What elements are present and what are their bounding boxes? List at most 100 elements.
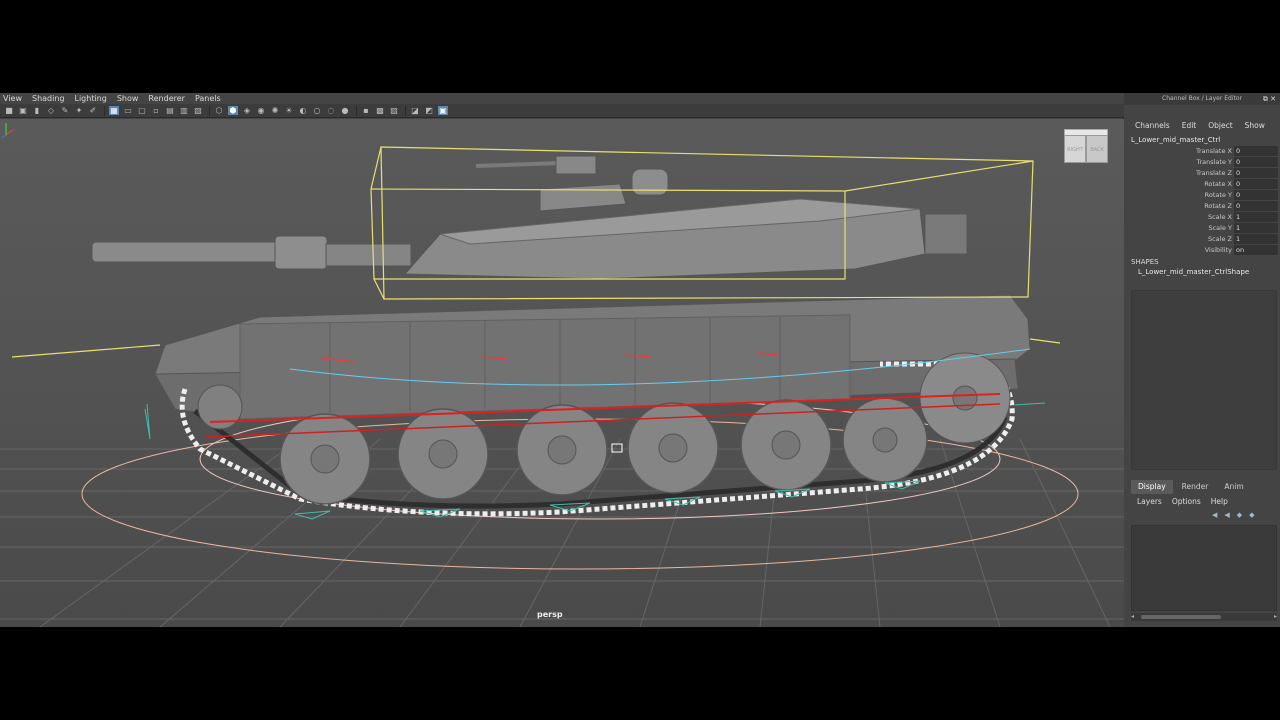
new-layer-icon[interactable]: ◆ [1237,511,1242,519]
scene-render [0,146,1124,627]
menu-help[interactable]: Help [1211,497,1228,506]
layer-list[interactable] [1131,525,1277,611]
scroll-left-icon[interactable]: ◂ [1131,613,1134,620]
isolate-select-icon[interactable]: ▪ [361,106,371,115]
camera-label: persp [537,610,563,619]
tab-render[interactable]: Render [1175,480,1216,494]
scroll-right-icon[interactable]: ▸ [1274,613,1277,620]
view-cube-back[interactable]: BACK [1086,135,1108,163]
attr-value-field[interactable]: on [1234,245,1278,255]
safe-title-icon[interactable]: ▧ [193,106,203,115]
film-gate-icon[interactable]: ▭ [123,106,133,115]
attr-value-field[interactable]: 1 [1234,234,1278,244]
view-cube-right[interactable]: RIGHT [1064,135,1086,163]
attr-rotate-x[interactable]: Rotate X0 [1124,179,1280,190]
attr-translate-x[interactable]: Translate X0 [1124,146,1280,157]
motion-blur-icon[interactable]: ○ [312,106,322,115]
attr-label: Rotate X [1204,180,1232,188]
resolution-gate-icon[interactable]: ▢ [137,106,147,115]
viewport-panel[interactable]: View Shading Lighting Show Renderer Pane… [0,93,1124,627]
menu-edit[interactable]: Edit [1182,121,1197,133]
pen-icon[interactable]: ✐ [88,106,98,115]
camera-attributes-icon[interactable]: ▣ [18,106,28,115]
panel-window-buttons[interactable]: ⧉ ✕ [1263,93,1276,105]
menu-lighting[interactable]: Lighting [74,93,106,104]
anti-alias-icon[interactable]: ◌ [326,106,336,115]
grid-icon[interactable]: ▦ [109,106,119,115]
main-gun-barrel [91,241,283,263]
turret-rear-rack [924,213,968,255]
scrollbar-thumb[interactable] [1141,615,1221,619]
selected-node-name[interactable]: L_Lower_mid_master_Ctrl [1131,136,1220,144]
attr-label: Rotate Y [1204,191,1232,199]
textured-icon[interactable]: ◉ [256,106,266,115]
new-layer-selected-icon[interactable]: ◆ [1249,511,1254,519]
menu-layers[interactable]: Layers [1137,497,1162,506]
shape-node-name[interactable]: L_Lower_mid_master_CtrlShape [1138,268,1249,276]
menu-options[interactable]: Options [1172,497,1201,506]
channel-box-panel: Channel Box / Layer Editor ⧉ ✕ Channels … [1124,93,1280,627]
layer-buttons: ◀ ◀ ◆ ◆ [1212,511,1262,519]
menu-view[interactable]: View [3,93,22,104]
layer-horizontal-scrollbar[interactable]: ◂ ▸ [1131,613,1277,621]
attr-rotate-y[interactable]: Rotate Y0 [1124,190,1280,201]
color-management-icon[interactable]: ▣ [438,106,448,115]
move-layer-down-icon[interactable]: ◀ [1224,511,1229,519]
wireframe-on-shaded-icon[interactable]: ◈ [242,106,252,115]
attr-value-field[interactable]: 0 [1234,190,1278,200]
attr-rotate-z[interactable]: Rotate Z0 [1124,201,1280,212]
attr-value-field[interactable]: 0 [1234,168,1278,178]
xray-icon[interactable]: ▩ [375,106,385,115]
attr-scale-x[interactable]: Scale X1 [1124,212,1280,223]
menu-panels[interactable]: Panels [195,93,221,104]
perspective-viewport[interactable]: RIGHT BACK persp [0,119,1124,627]
menu-show[interactable]: Show [1245,121,1265,133]
shapes-header: SHAPES [1131,258,1159,266]
grease-pencil-icon[interactable]: ✎ [60,106,70,115]
attr-scale-y[interactable]: Scale Y1 [1124,223,1280,234]
attr-value-field[interactable]: 1 [1234,223,1278,233]
move-layer-up-icon[interactable]: ◀ [1212,511,1217,519]
select-camera-icon[interactable]: ■ [4,106,14,115]
attr-translate-z[interactable]: Translate Z0 [1124,168,1280,179]
gun-sleeve [274,235,328,270]
bookmark-icon[interactable]: ▮ [32,106,42,115]
menu-show[interactable]: Show [117,93,139,104]
menu-shading[interactable]: Shading [32,93,65,104]
attr-label: Translate X [1195,147,1232,155]
attr-visibility[interactable]: Visibility on [1124,245,1280,256]
layer-editor-tabs: Display Render Anim [1131,480,1277,494]
attr-value-field[interactable]: 0 [1234,201,1278,211]
toolbar-separator [405,105,406,116]
xray-joints-icon[interactable]: ▨ [389,106,399,115]
attr-label: Rotate Z [1204,202,1232,210]
attr-scale-z[interactable]: Scale Z1 [1124,234,1280,245]
image-plane-icon[interactable]: ◇ [46,106,56,115]
safe-action-icon[interactable]: ▥ [179,106,189,115]
attr-value-field[interactable]: 0 [1234,179,1278,189]
attr-label: Visibility [1204,246,1232,254]
tab-anim[interactable]: Anim [1217,480,1250,494]
menu-channels[interactable]: Channels [1135,121,1170,133]
attr-value-field[interactable]: 0 [1234,146,1278,156]
gamma-icon[interactable]: ◩ [424,106,434,115]
attr-translate-y[interactable]: Translate Y0 [1124,157,1280,168]
shadows-icon[interactable]: ☀ [284,106,294,115]
attr-value-field[interactable]: 0 [1234,157,1278,167]
two-d-pan-icon[interactable]: ✦ [74,106,84,115]
exposure-icon[interactable]: ◪ [410,106,420,115]
attr-value-field[interactable]: 1 [1234,212,1278,222]
commander-hatch [631,168,669,196]
menu-renderer[interactable]: Renderer [148,93,185,104]
tab-display[interactable]: Display [1131,480,1173,494]
ambient-occlusion-icon[interactable]: ◐ [298,106,308,115]
view-cube[interactable]: RIGHT BACK [1064,129,1108,167]
smooth-shade-icon[interactable]: ⬢ [228,106,238,115]
gate-mask-icon[interactable]: ▫ [151,106,161,115]
field-chart-icon[interactable]: ▤ [165,106,175,115]
letterbox-bottom [0,627,1280,720]
menu-object[interactable]: Object [1208,121,1232,133]
wireframe-icon[interactable]: ⬡ [214,106,224,115]
lights-icon[interactable]: ✺ [270,106,280,115]
depth-of-field-icon[interactable]: ● [340,106,350,115]
